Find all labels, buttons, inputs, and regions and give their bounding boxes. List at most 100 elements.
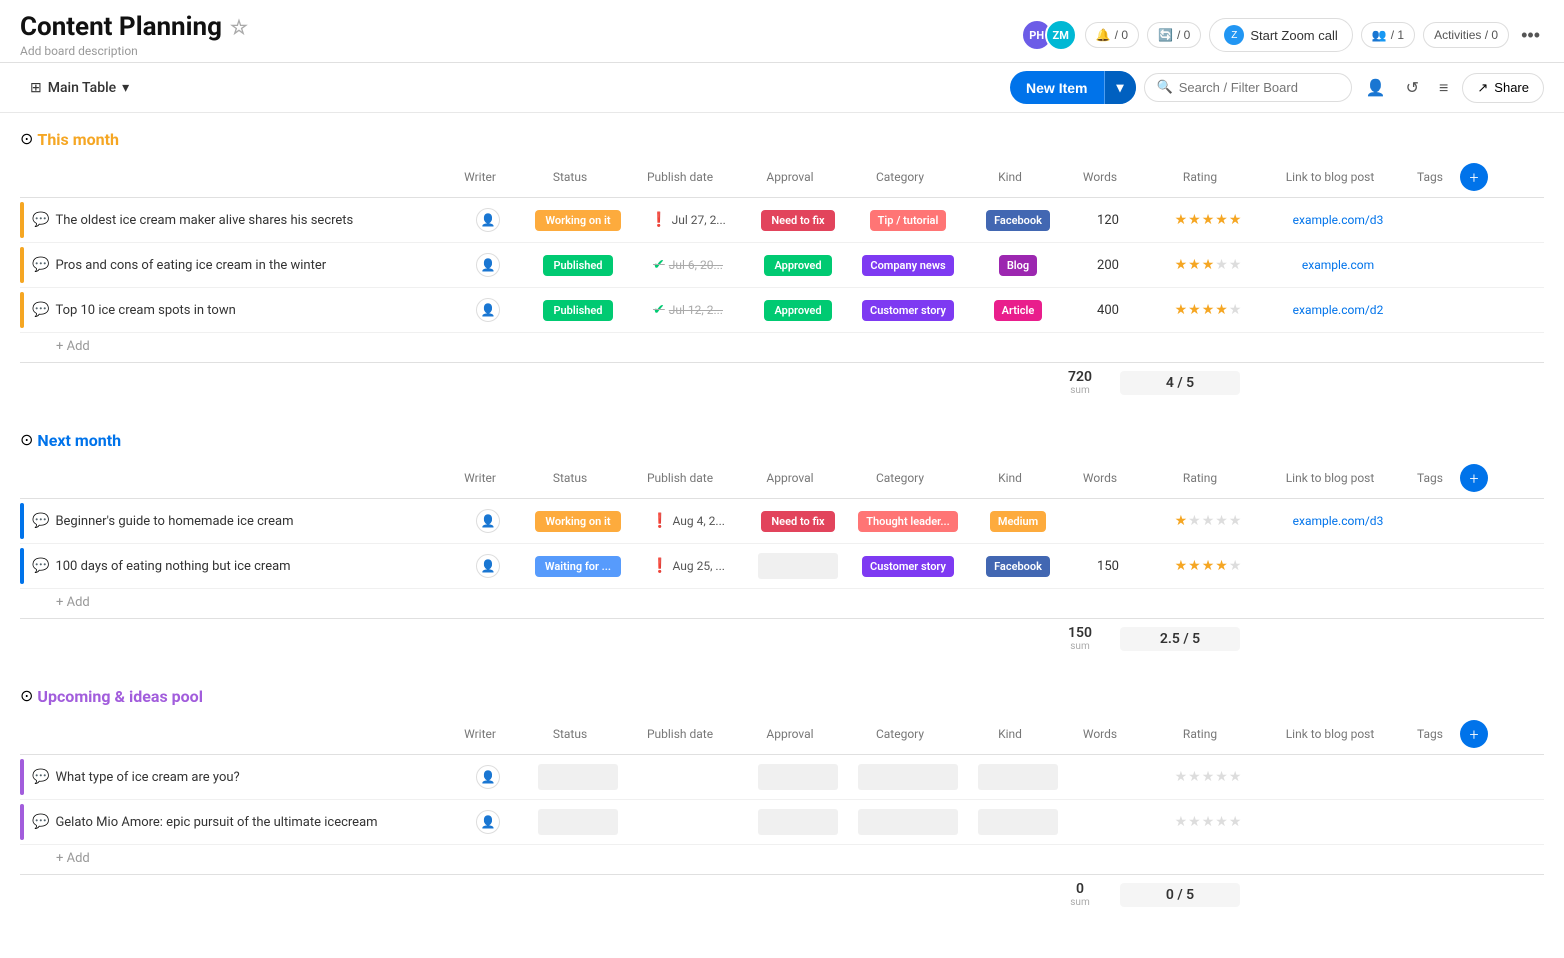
approval-badge[interactable]: Approved — [764, 255, 831, 276]
top-right: PH ZM 🔔 / 0 🔄 / 0 Z Start Zoom call 👥 / … — [1021, 18, 1544, 52]
cell-status[interactable] — [528, 764, 628, 790]
cell-category[interactable] — [848, 764, 968, 790]
comment-icon[interactable]: 💬 — [32, 302, 49, 318]
cell-status[interactable]: Waiting for ... — [528, 556, 628, 577]
members-button[interactable]: 👥 / 1 — [1361, 22, 1415, 48]
cell-words: 120 — [1068, 213, 1148, 228]
activities-button[interactable]: Activities / 0 — [1423, 22, 1509, 48]
cell-blog[interactable]: example.com — [1268, 258, 1408, 272]
comment-icon[interactable]: 💬 — [32, 513, 49, 529]
kind-badge[interactable]: Article — [994, 300, 1043, 321]
col-header-approval: Approval — [740, 170, 840, 184]
add-column-button[interactable]: + — [1460, 720, 1488, 748]
cell-status[interactable]: Working on it — [528, 511, 628, 532]
kind-badge[interactable]: Blog — [999, 255, 1037, 276]
cell-kind[interactable]: Facebook — [968, 210, 1068, 231]
blog-link[interactable]: example.com/d2 — [1293, 303, 1384, 317]
new-item-arrow[interactable]: ▾ — [1105, 71, 1136, 104]
category-badge[interactable]: Customer story — [862, 556, 954, 577]
new-item-button[interactable]: New Item ▾ — [1010, 71, 1136, 104]
cell-kind[interactable] — [968, 764, 1068, 790]
row-name-text: Beginner's guide to homemade ice cream — [55, 514, 440, 529]
status-badge[interactable]: Working on it — [535, 210, 620, 231]
star-icon: ★ — [1188, 558, 1201, 574]
group-toggle-button[interactable]: ⊙ — [20, 129, 33, 149]
add-row-button[interactable]: + Add — [20, 333, 1544, 360]
status-badge[interactable]: Waiting for ... — [535, 556, 621, 577]
blog-link[interactable]: example.com/d3 — [1293, 514, 1384, 528]
search-box[interactable]: 🔍 — [1144, 73, 1352, 102]
inbox-button[interactable]: 🔔 / 0 — [1085, 22, 1139, 48]
approval-badge[interactable]: Need to fix — [761, 511, 834, 532]
cell-category[interactable] — [848, 809, 968, 835]
approval-badge[interactable]: Approved — [764, 300, 831, 321]
words-sum-label: sum — [1040, 897, 1120, 908]
status-badge[interactable]: Working on it — [535, 511, 620, 532]
cell-approval[interactable] — [748, 553, 848, 579]
person-filter-icon[interactable]: 👤 — [1360, 72, 1392, 103]
person-icon: 👤 — [476, 554, 500, 578]
cell-category[interactable]: Company news — [848, 255, 968, 276]
category-badge[interactable]: Thought leader... — [858, 511, 957, 532]
cell-category[interactable]: Customer story — [848, 300, 968, 321]
status-badge[interactable]: Published — [543, 300, 612, 321]
share-button[interactable]: ↗ Share — [1462, 73, 1544, 103]
cell-blog[interactable]: example.com/d3 — [1268, 514, 1408, 528]
add-row-button[interactable]: + Add — [20, 845, 1544, 872]
zoom-button[interactable]: Z Start Zoom call — [1209, 18, 1352, 52]
cell-category[interactable]: Tip / tutorial — [848, 210, 968, 231]
category-badge[interactable]: Company news — [862, 255, 953, 276]
cell-category[interactable]: Thought leader... — [848, 511, 968, 532]
cell-category[interactable]: Customer story — [848, 556, 968, 577]
group-title: This month — [37, 130, 119, 149]
cell-approval[interactable]: Approved — [748, 255, 848, 276]
cell-kind[interactable]: Facebook — [968, 556, 1068, 577]
refresh-icon[interactable]: ↺ — [1400, 72, 1425, 103]
row-name-area: 💬 Beginner's guide to homemade ice cream — [32, 513, 448, 529]
cell-status[interactable] — [528, 809, 628, 835]
add-column-button[interactable]: + — [1460, 163, 1488, 191]
search-input[interactable] — [1179, 80, 1339, 95]
cell-blog[interactable]: example.com/d2 — [1268, 303, 1408, 317]
cell-status[interactable]: Published — [528, 300, 628, 321]
rating-summary-value: 2.5 / 5 — [1128, 631, 1232, 647]
comment-icon[interactable]: 💬 — [32, 814, 49, 830]
comment-icon[interactable]: 💬 — [32, 769, 49, 785]
members-icon: 👥 — [1372, 28, 1387, 42]
group-toggle-button[interactable]: ⊙ — [20, 686, 33, 706]
cell-status[interactable]: Published — [528, 255, 628, 276]
comment-icon[interactable]: 💬 — [32, 212, 49, 228]
add-row-button[interactable]: + Add — [20, 589, 1544, 616]
approval-badge[interactable]: Need to fix — [761, 210, 834, 231]
cell-approval[interactable]: Approved — [748, 300, 848, 321]
cell-blog[interactable]: example.com/d3 — [1268, 213, 1408, 227]
category-badge[interactable]: Customer story — [862, 300, 954, 321]
cell-status[interactable]: Working on it — [528, 210, 628, 231]
table-row: 💬 100 days of eating nothing but ice cre… — [20, 544, 1544, 589]
cell-kind[interactable]: Blog — [968, 255, 1068, 276]
cell-approval[interactable]: Need to fix — [748, 511, 848, 532]
cell-approval[interactable]: Need to fix — [748, 210, 848, 231]
comment-icon[interactable]: 💬 — [32, 257, 49, 273]
table-selector[interactable]: ⊞ Main Table ▾ — [20, 75, 139, 101]
star-icon: ★ — [1202, 513, 1215, 529]
category-badge[interactable]: Tip / tutorial — [870, 210, 947, 231]
group-toggle-button[interactable]: ⊙ — [20, 430, 33, 450]
kind-badge[interactable]: Facebook — [986, 210, 1050, 231]
kind-badge[interactable]: Medium — [990, 511, 1046, 532]
more-options-button[interactable]: ••• — [1517, 21, 1544, 50]
status-badge[interactable]: Published — [543, 255, 612, 276]
comment-icon[interactable]: 💬 — [32, 558, 49, 574]
blog-link[interactable]: example.com/d3 — [1293, 213, 1384, 227]
cell-kind[interactable]: Medium — [968, 511, 1068, 532]
cell-approval[interactable] — [748, 809, 848, 835]
add-column-button[interactable]: + — [1460, 464, 1488, 492]
cell-kind[interactable] — [968, 809, 1068, 835]
cell-approval[interactable] — [748, 764, 848, 790]
filter-icon[interactable]: ≡ — [1433, 72, 1454, 104]
blog-link[interactable]: example.com — [1302, 258, 1374, 272]
cell-kind[interactable]: Article — [968, 300, 1068, 321]
kind-badge[interactable]: Facebook — [986, 556, 1050, 577]
updates-button[interactable]: 🔄 / 0 — [1147, 22, 1201, 48]
star-icon[interactable]: ☆ — [230, 15, 248, 39]
